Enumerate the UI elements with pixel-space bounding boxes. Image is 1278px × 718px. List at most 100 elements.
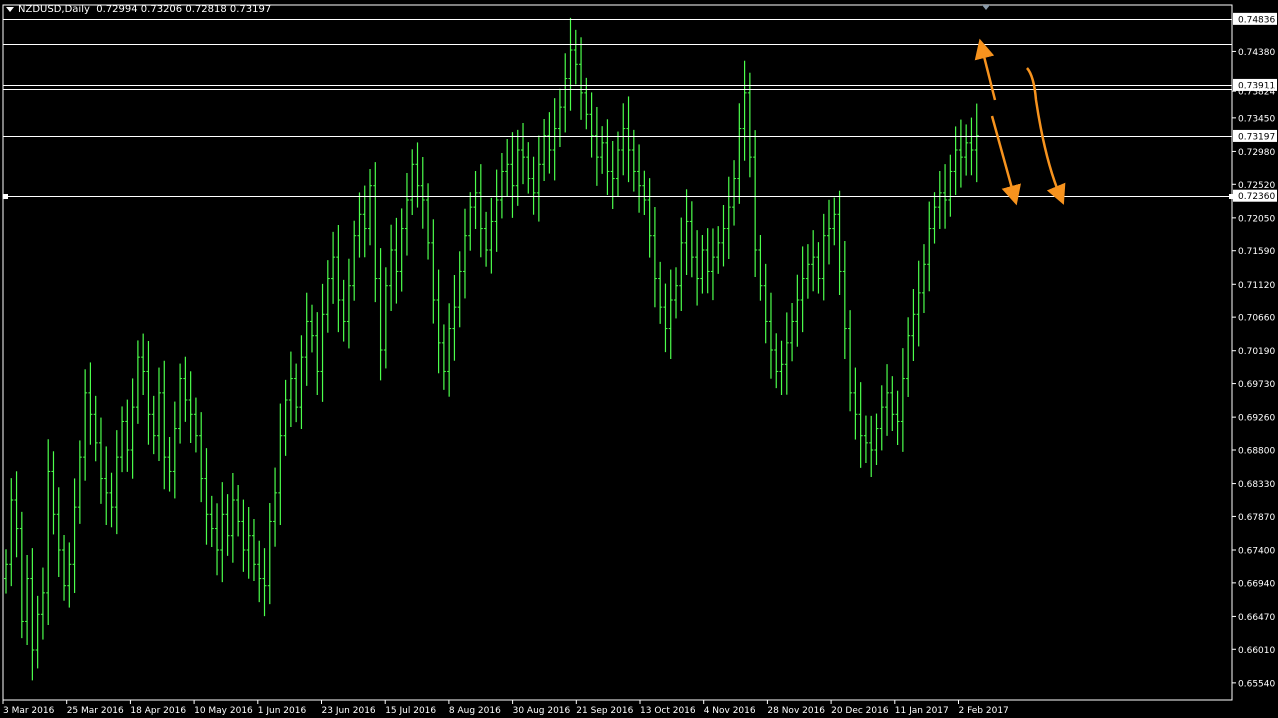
ohlc-bar (125, 399, 130, 472)
ohlc-bar (56, 487, 61, 577)
x-tick-label: 8 Aug 2016 (449, 706, 501, 716)
ohlc-bar (62, 535, 67, 601)
ohlc-bar (162, 360, 167, 490)
ohlc-bar (4, 549, 8, 594)
y-tick-label: 0.72520 (1238, 181, 1275, 191)
ohlc-bar (383, 267, 388, 369)
ohlc-bar (88, 362, 93, 445)
dropdown-triangle-icon[interactable] (6, 6, 14, 12)
ohlc-bar (304, 292, 309, 386)
ohlc-bar (758, 235, 763, 301)
ohlc-bar (906, 317, 911, 397)
y-tick-label: 0.71120 (1238, 281, 1275, 291)
ohlc-bar (441, 324, 446, 390)
ohlc-bar (542, 119, 547, 181)
ohlc-bar (331, 231, 336, 304)
x-tick-label: 11 Jan 2017 (895, 706, 949, 716)
x-tick-label: 20 Dec 2016 (831, 706, 889, 716)
ohlc-bar (721, 205, 726, 267)
ohlc-bar (478, 164, 483, 258)
ohlc-bar (220, 482, 225, 583)
ohlc-bar (684, 189, 689, 275)
ohlc-bar (663, 283, 668, 353)
y-tick-label: 0.73197 (1238, 132, 1275, 142)
ohlc-bar (515, 129, 520, 206)
ohlc-bar (615, 131, 620, 197)
ohlc-bar (526, 142, 531, 194)
ohlc-bar (183, 356, 188, 422)
x-tick-label: 28 Nov 2016 (767, 706, 825, 716)
ohlc-bar (547, 112, 552, 174)
ohlc-bar (747, 72, 752, 178)
ohlc-readout: 0.72994 0.73206 0.72818 0.73197 (96, 4, 272, 15)
ohlc-bar (278, 403, 283, 525)
ohlc-bar (473, 171, 478, 229)
ohlc-bar (784, 312, 789, 395)
ohlc-bar (346, 258, 351, 349)
arrow-down-annotation[interactable] (1026, 67, 1066, 205)
ohlc-bar (225, 494, 230, 556)
ohlc-bar (209, 495, 214, 547)
y-tick-label: 0.67870 (1238, 513, 1275, 523)
ohlc-bar (114, 430, 119, 535)
ohlc-bar (563, 53, 568, 133)
y-tick-label: 0.71590 (1238, 247, 1275, 257)
ohlc-bar (415, 142, 420, 208)
ohlc-bar (93, 395, 98, 462)
ohlc-bar (67, 542, 72, 608)
ohlc-bar (109, 472, 114, 528)
ohlc-bar (146, 341, 151, 445)
ohlc-bar (215, 503, 220, 576)
shift-marker-icon[interactable] (982, 5, 990, 10)
ohlc-bar (188, 371, 193, 443)
ohlc-bar (964, 124, 969, 176)
ohlc-bar (447, 303, 452, 397)
ohlc-bar (468, 192, 473, 251)
y-tick-label: 0.68330 (1238, 480, 1275, 490)
ohlc-bar (842, 241, 847, 359)
ohlc-bar (837, 190, 842, 295)
ohlc-bar (77, 440, 82, 524)
ohlc-bar (352, 220, 357, 301)
ohlc-bar (104, 446, 109, 525)
line-handle-left[interactable] (3, 194, 8, 199)
chart-window[interactable]: 0.74836 0.74380 0.73911 0.73824 0.73450 0.731… (0, 0, 1278, 718)
ohlc-bar (790, 303, 795, 362)
ohlc-bar (341, 279, 346, 342)
ohlc-bar (267, 503, 272, 605)
ohlc-bar (600, 126, 605, 174)
ohlc-bar (858, 382, 863, 468)
y-tick-label: 0.70190 (1238, 347, 1275, 357)
ohlc-bar (246, 507, 251, 579)
ohlc-bar (552, 98, 557, 181)
arrow-down-annotation[interactable] (990, 115, 1021, 206)
ohlc-bar (705, 228, 710, 294)
ohlc-bar (874, 413, 879, 465)
ohlc-bar (521, 123, 526, 185)
ohlc-bar (510, 132, 515, 218)
ohlc-bar (668, 269, 673, 359)
ohlc-bar (309, 304, 314, 353)
ohlc-bar (863, 415, 868, 463)
ohlc-bar (974, 103, 979, 183)
arrow-up-annotation[interactable] (974, 38, 997, 101)
ohlc-bar (652, 207, 657, 308)
ohlc-bar (98, 417, 103, 504)
ohlc-bar (568, 17, 573, 111)
chart-header: NZDUSD,Daily 0.72994 0.73206 0.72818 0.7… (6, 4, 271, 15)
x-tick-label: 21 Sep 2016 (576, 706, 633, 716)
ohlc-bar (885, 364, 890, 436)
x-tick-label: 18 Apr 2016 (130, 706, 186, 716)
ohlc-bar (51, 451, 56, 535)
y-tick-label: 0.69260 (1238, 414, 1275, 424)
ohlc-bar (895, 390, 900, 445)
y-tick-label: 0.70660 (1238, 314, 1275, 324)
ohlc-bar (262, 548, 267, 617)
ohlc-bar (695, 230, 700, 306)
price-chart[interactable]: 0.748360.743800.739110.738240.734500.731… (0, 0, 1278, 718)
chart-frame (2, 4, 1233, 701)
ohlc-bar (299, 335, 304, 429)
ohlc-bar (236, 485, 241, 537)
ohlc-bar (505, 139, 510, 197)
ohlc-bar (753, 130, 758, 277)
